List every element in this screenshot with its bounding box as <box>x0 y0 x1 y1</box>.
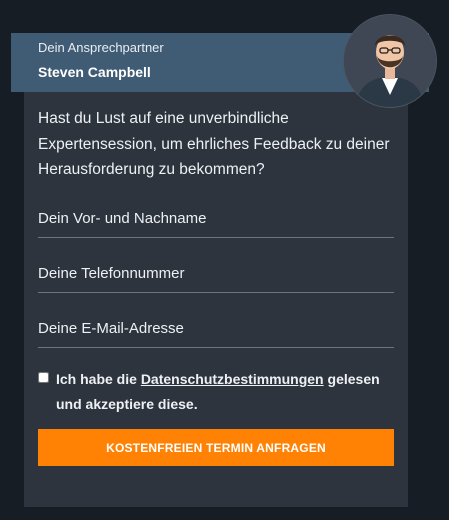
consent-checkbox[interactable] <box>38 372 49 383</box>
submit-button[interactable]: KOSTENFREIEN TERMIN ANFRAGEN <box>38 429 394 466</box>
consent-text: Ich habe die Datenschutzbestimmungen gel… <box>56 367 386 417</box>
privacy-policy-link[interactable]: Datenschutzbestimmungen <box>141 371 324 387</box>
email-field <box>38 309 394 348</box>
contact-role: Dein Ansprechpartner <box>38 40 164 55</box>
avatar <box>343 14 437 108</box>
name-input[interactable] <box>38 199 394 237</box>
person-photo-icon <box>344 15 436 107</box>
consent-prefix: Ich habe die <box>56 371 141 387</box>
email-input[interactable] <box>38 309 394 347</box>
phone-input[interactable] <box>38 254 394 292</box>
phone-field <box>38 254 394 293</box>
intro-text: Hast du Lust auf eine unverbindliche Exp… <box>38 110 390 178</box>
contact-name: Steven Campbell <box>38 64 151 80</box>
name-field <box>38 199 394 238</box>
